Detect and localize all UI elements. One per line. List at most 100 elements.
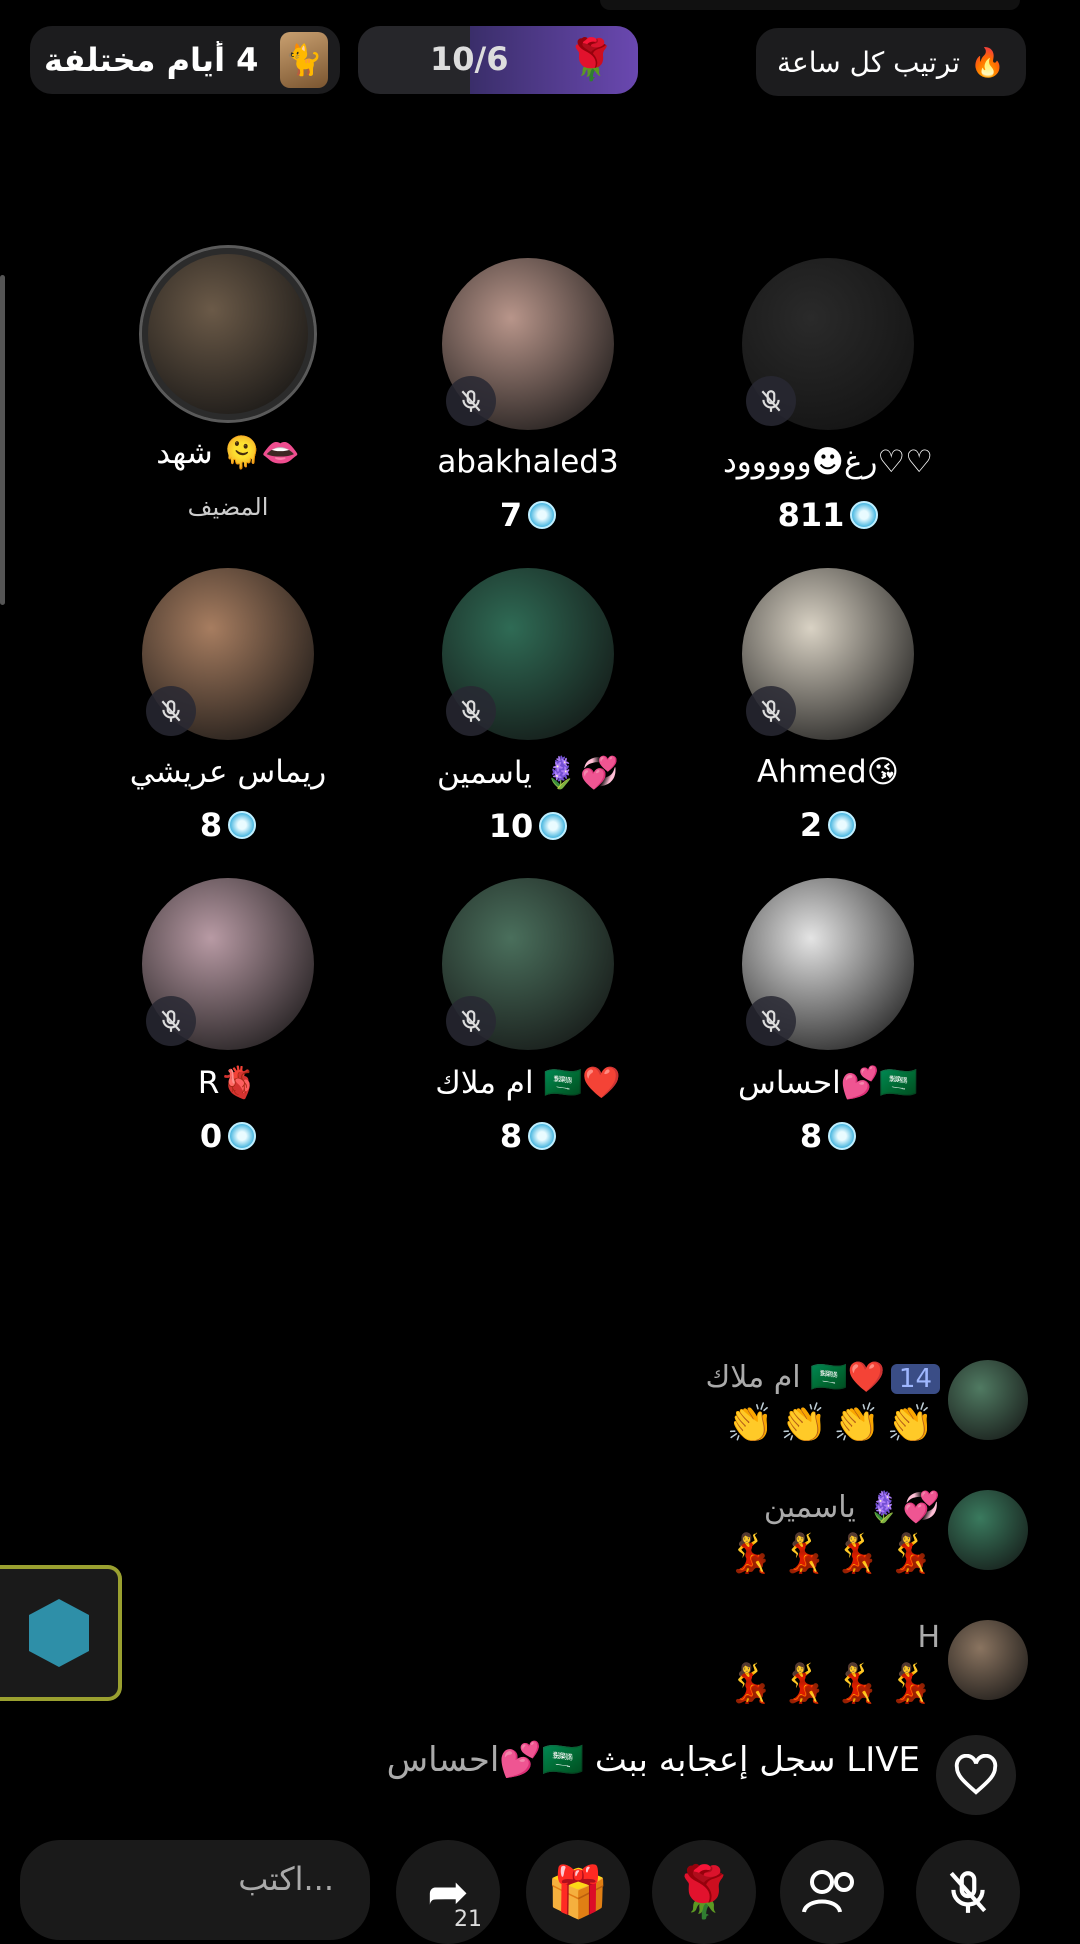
mic-off-icon	[446, 996, 496, 1046]
avatar[interactable]	[742, 878, 914, 1050]
event-pill[interactable]: في 4 أيام مختلفة 🐈	[30, 26, 340, 94]
join-message-name: احساس💕🇸🇦	[386, 1740, 585, 1780]
guests-icon	[802, 1870, 854, 1913]
seat-name: R🫀	[197, 1065, 259, 1101]
seat-score: 7	[378, 496, 678, 534]
share-button[interactable]: ➦ 21	[396, 1840, 500, 1944]
progress-count: 10/6	[430, 40, 509, 78]
join-message-text: سجل إعجابه ببث LIVE	[584, 1740, 920, 1780]
seat-score-value: 8	[499, 1117, 523, 1155]
rose-icon: 🌹	[566, 37, 616, 83]
avatar[interactable]	[948, 1490, 1028, 1570]
side-handle[interactable]	[0, 275, 5, 605]
seat-score-value: 2	[799, 806, 823, 844]
hourly-ranking-button[interactable]: ترتيب كل ساعة 🔥	[756, 28, 1026, 96]
chat-name-text: H	[917, 1620, 940, 1655]
seat-score: 10	[378, 807, 678, 845]
seat-name: احساس💕🇸🇦	[738, 1065, 918, 1101]
seat-score-value: 0	[199, 1117, 223, 1155]
seat-1[interactable]: شهد 🫠👄 المضيف	[78, 245, 378, 521]
host-label: المضيف	[187, 493, 269, 521]
chat-emojis: 💃💃💃💃	[726, 1531, 940, 1575]
chat-name: ام ملاك 🇸🇦❤️ 14	[705, 1360, 940, 1395]
avatar[interactable]	[742, 258, 914, 430]
gem-icon	[539, 812, 568, 840]
seat-name: Ahmed😘	[756, 754, 900, 790]
gem-icon	[850, 501, 879, 529]
gem-icon	[228, 1122, 257, 1150]
seat-score-value: 8	[799, 1117, 823, 1155]
mic-off-icon	[746, 686, 796, 736]
seat-score: 8	[678, 1117, 978, 1155]
seat-name: ياسمين 🪻💞	[437, 755, 619, 791]
gem-icon	[528, 1122, 557, 1150]
gift-progress-pill[interactable]: 10/6 🌹	[358, 26, 638, 94]
floating-widget[interactable]	[0, 1565, 122, 1701]
chat-name: H	[727, 1620, 940, 1655]
chat-message: ام ملاك 🇸🇦❤️ 14 👏👏👏👏	[705, 1360, 1028, 1446]
gem-icon	[228, 811, 257, 839]
seat-5[interactable]: ياسمين 🪻💞 10	[378, 568, 678, 845]
seat-7[interactable]: R🫀 0	[78, 878, 378, 1155]
hourly-ranking-label: ترتيب كل ساعة	[777, 45, 961, 79]
seat-name: ريماس عريشي	[129, 754, 327, 790]
gift-icon: 🎁	[546, 1862, 610, 1921]
gift-button[interactable]: 🎁	[526, 1840, 630, 1944]
cat-icon: 🐈	[280, 32, 328, 88]
mic-off-icon	[746, 996, 796, 1046]
avatar[interactable]	[442, 878, 614, 1050]
event-pill-text: في 4 أيام مختلفة	[44, 41, 270, 79]
rose-gift-button[interactable]: 🌹	[652, 1840, 756, 1944]
avatar[interactable]	[142, 878, 314, 1050]
seat-2[interactable]: abakhaled3 7	[378, 258, 678, 534]
chat-name: ياسمين 🪻💞	[727, 1490, 940, 1525]
seat-score-value: 8	[199, 806, 223, 844]
seat-name: ام ملاك 🇸🇦❤️	[435, 1065, 621, 1101]
avatar[interactable]	[442, 258, 614, 430]
hexagon-icon	[29, 1599, 89, 1667]
guests-button[interactable]	[780, 1840, 884, 1944]
level-badge: 14	[890, 1364, 940, 1394]
mic-off-icon	[146, 686, 196, 736]
seat-8[interactable]: ام ملاك 🇸🇦❤️ 8	[378, 878, 678, 1155]
avatar[interactable]	[142, 568, 314, 740]
seat-4[interactable]: ريماس عريشي 8	[78, 568, 378, 844]
rose-icon: 🌹	[672, 1862, 736, 1921]
seat-6[interactable]: Ahmed😘 2	[678, 568, 978, 844]
top-banner-edge	[600, 0, 1020, 10]
seat-score-value: 811	[777, 496, 845, 534]
seat-score: 2	[678, 806, 978, 844]
seat-name: شهد 🫠👄	[156, 435, 300, 471]
mic-toggle-button[interactable]	[916, 1840, 1020, 1944]
mic-off-icon	[446, 376, 496, 426]
like-button[interactable]	[936, 1735, 1016, 1815]
message-input[interactable]: اكتب...	[20, 1840, 370, 1940]
mic-off-icon	[146, 996, 196, 1046]
chat-emojis: 👏👏👏👏	[726, 1401, 940, 1445]
chat-name-text: ياسمين 🪻💞	[763, 1490, 940, 1525]
seat-9[interactable]: احساس💕🇸🇦 8	[678, 878, 978, 1155]
seat-score-value: 10	[488, 807, 534, 845]
gem-icon	[828, 1122, 857, 1150]
seat-score: 8	[78, 806, 378, 844]
avatar[interactable]	[948, 1360, 1028, 1440]
seat-score-value: 7	[499, 496, 523, 534]
seat-name: abakhaled3	[437, 444, 619, 480]
avatar[interactable]	[442, 568, 614, 740]
mic-off-icon	[446, 686, 496, 736]
avatar[interactable]	[139, 245, 317, 423]
avatar[interactable]	[948, 1620, 1028, 1700]
seat-name: رغ☻ووووود♡♡	[722, 444, 934, 480]
seat-3[interactable]: رغ☻ووووود♡♡ 811	[678, 258, 978, 534]
avatar[interactable]	[742, 568, 914, 740]
join-message: احساس💕🇸🇦 سجل إعجابه ببث LIVE	[387, 1740, 920, 1780]
fire-icon: 🔥	[970, 45, 1005, 79]
chat-message: ياسمين 🪻💞 💃💃💃💃	[726, 1490, 1028, 1576]
heart-icon	[954, 1754, 998, 1795]
gem-icon	[528, 501, 557, 529]
gem-icon	[828, 811, 857, 839]
seat-score: 0	[78, 1117, 378, 1155]
seat-score: 8	[378, 1117, 678, 1155]
chat-name-text: ام ملاك 🇸🇦❤️	[705, 1360, 885, 1395]
chat-emojis: 💃💃💃💃	[726, 1661, 940, 1705]
